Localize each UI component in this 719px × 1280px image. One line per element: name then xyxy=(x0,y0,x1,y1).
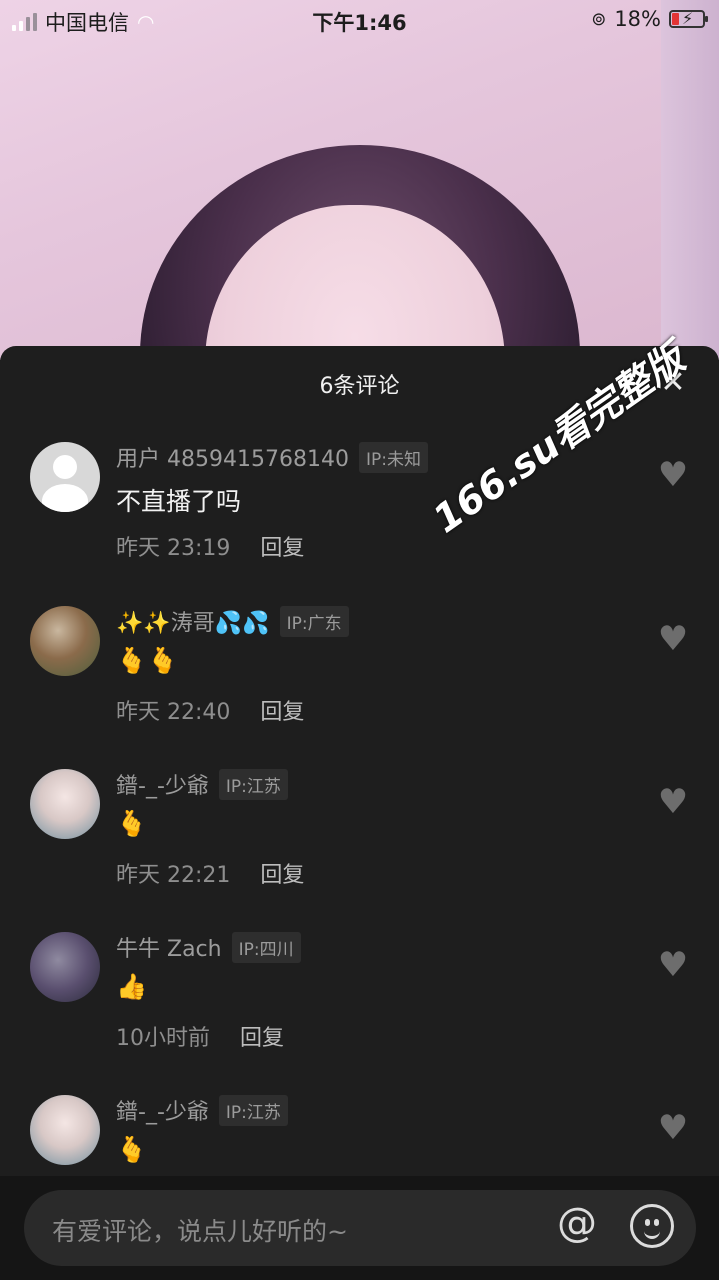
video-background xyxy=(0,0,719,360)
comment-item: 牛牛 Zach IP:四川 👍 10小时前 回复 ♥ xyxy=(0,931,719,1092)
reply-button[interactable]: 回复 xyxy=(260,694,304,726)
reply-button[interactable]: 回复 xyxy=(260,530,304,562)
avatar[interactable] xyxy=(30,932,100,1002)
comment-sheet: 6条评论 ✕ 用户 4859415768140 IP:未知 不直播了吗 昨天 2… xyxy=(0,346,719,1280)
heart-icon[interactable]: ♥ xyxy=(654,948,692,982)
emoji-icon[interactable] xyxy=(630,1204,674,1248)
ip-badge: IP:四川 xyxy=(231,931,301,963)
comment-time: 昨天 22:21 xyxy=(116,863,231,888)
ip-badge: IP:广东 xyxy=(279,605,349,637)
comment-author[interactable]: ✨✨涛哥💦💦 IP:广东 xyxy=(116,605,349,637)
comment-item: ✨✨涛哥💦💦 IP:广东 🫰🫰 昨天 22:40 回复 ♥ xyxy=(0,605,719,766)
reply-button[interactable]: 回复 xyxy=(260,857,304,889)
comment-input[interactable]: 有爱评论，说点儿好听的~ @ xyxy=(24,1190,696,1266)
comment-time: 10小时前 xyxy=(116,1026,210,1051)
comment-text: 🫰 xyxy=(116,809,148,838)
comment-author[interactable]: 用户 4859415768140 IP:未知 xyxy=(116,441,428,473)
comment-input-bar: 有爱评论，说点儿好听的~ @ xyxy=(0,1176,719,1280)
at-icon[interactable]: @ xyxy=(554,1200,600,1252)
avatar[interactable] xyxy=(30,442,100,512)
rotation-lock-icon: ⊚ xyxy=(591,8,607,30)
heart-icon[interactable]: ♥ xyxy=(654,622,692,656)
heart-icon[interactable]: ♥ xyxy=(654,458,692,492)
heart-icon[interactable]: ♥ xyxy=(654,1111,692,1145)
battery-percent: 18% xyxy=(614,7,661,31)
comment-author[interactable]: 鐠-_-少爺 IP:江苏 xyxy=(116,768,288,800)
ip-badge: IP:江苏 xyxy=(218,768,288,800)
avatar[interactable] xyxy=(30,1095,100,1165)
ip-badge: IP:未知 xyxy=(358,441,428,473)
ip-badge: IP:江苏 xyxy=(218,1094,288,1126)
comment-text: 不直播了吗 xyxy=(116,487,242,516)
comment-item: 用户 4859415768140 IP:未知 不直播了吗 昨天 23:19 回复… xyxy=(0,441,719,602)
comment-item: 鐠-_-少爺 IP:江苏 🫰 昨天 22:21 回复 ♥ xyxy=(0,768,719,929)
heart-icon[interactable]: ♥ xyxy=(654,785,692,819)
comment-text: 🫰🫰 xyxy=(116,646,179,675)
status-bar: 中国电信 ◠ 下午1:46 ⊚ 18% ⚡ xyxy=(0,0,719,40)
input-placeholder: 有爱评论，说点儿好听的~ xyxy=(52,1217,348,1246)
comment-time: 昨天 23:19 xyxy=(116,536,231,561)
comment-time: 昨天 22:40 xyxy=(116,700,231,725)
comment-text: 🫰 xyxy=(116,1135,148,1164)
reply-button[interactable]: 回复 xyxy=(240,1020,284,1052)
comment-author[interactable]: 鐠-_-少爺 IP:江苏 xyxy=(116,1094,288,1126)
avatar[interactable] xyxy=(30,606,100,676)
comment-author[interactable]: 牛牛 Zach IP:四川 xyxy=(116,931,301,963)
avatar[interactable] xyxy=(30,769,100,839)
wall-edge xyxy=(661,0,719,360)
comment-text: 👍 xyxy=(116,972,148,1001)
battery-icon: ⚡ xyxy=(669,9,708,28)
